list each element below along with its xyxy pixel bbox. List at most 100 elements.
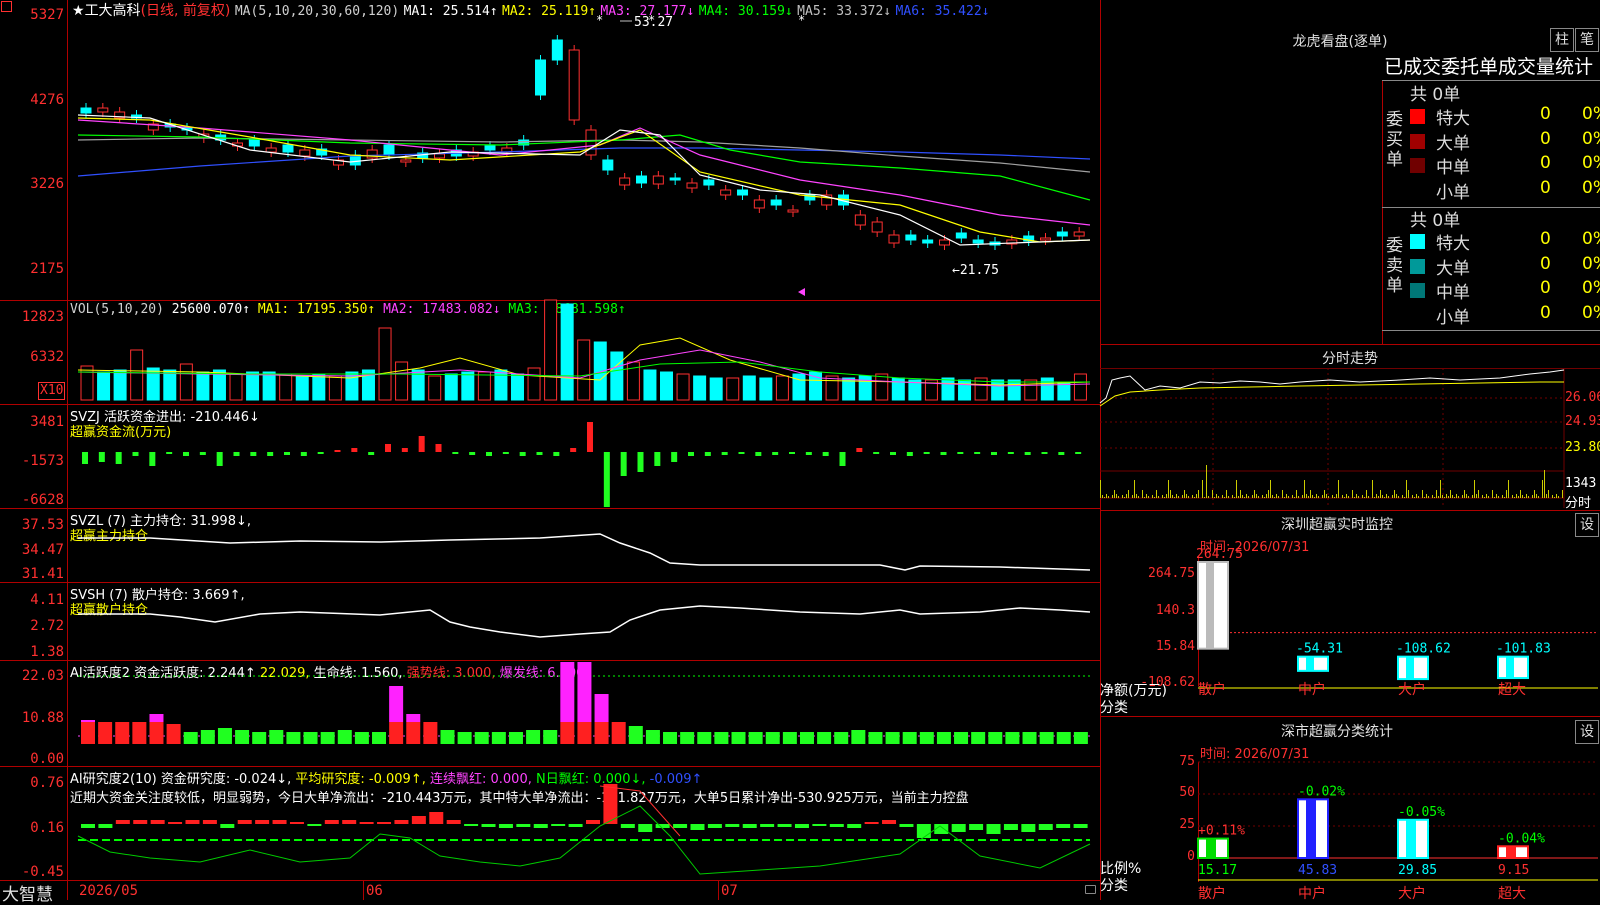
intraday-volume-bar (1286, 494, 1287, 498)
intraday-volume-bar (1454, 497, 1455, 498)
activity-bar (423, 722, 438, 744)
volume-bar (775, 375, 789, 401)
activity-bar (714, 732, 729, 744)
intraday-volume-bar (1166, 494, 1167, 498)
monitor-bar-label: -54.31 (1296, 642, 1343, 657)
candle (551, 39, 563, 61)
research-bar (951, 824, 966, 832)
intraday-volume-bar (1248, 496, 1249, 498)
fund-flow-bar (570, 448, 577, 452)
monitor-bar-shade (1306, 656, 1314, 671)
row-name: 中单 (1436, 283, 1470, 303)
research-bar (586, 820, 600, 824)
research-bar (481, 824, 496, 827)
row-count: 0 (1540, 302, 1551, 323)
candle (248, 139, 260, 147)
activity-bar (543, 730, 558, 744)
volume-bar (328, 375, 342, 401)
activity-bar (252, 732, 267, 744)
research-bar (81, 824, 95, 828)
row-percent: 0% (1582, 302, 1600, 323)
tick-mode-button[interactable]: 笔 (1575, 28, 1599, 52)
intraday-volume-bar (1238, 496, 1239, 498)
row-percent: 0% (1582, 229, 1600, 249)
volume-bar (262, 371, 276, 401)
fund-flow-bar (351, 448, 358, 452)
intraday-volume-bar (1202, 480, 1203, 498)
volume-bar (643, 369, 657, 401)
candle (636, 175, 647, 184)
intraday-volume-bar (1402, 495, 1403, 498)
volume-bar (163, 369, 177, 401)
candle (602, 159, 614, 171)
volume-bar (246, 371, 260, 401)
price-chart[interactable]: 53.27 ←21.75 * * * (0, 0, 1100, 300)
dragon-tabs[interactable]: 已成交委托单成交量统计 (1384, 52, 1600, 79)
retail-holding-line (78, 605, 1091, 638)
volume-bar (444, 373, 458, 401)
classstat-change-label: -0.05% (1398, 805, 1445, 820)
research-bar (568, 824, 583, 827)
fund-flow-bar (1024, 452, 1031, 455)
sell-row: 特大 0 0% (1410, 229, 1600, 254)
intraday-volume-bar (1218, 496, 1219, 498)
volume-bar (113, 369, 127, 401)
fund-flow-bar (620, 452, 627, 476)
volume-bar (825, 375, 839, 401)
intraday-volume-bar (1322, 495, 1323, 498)
intraday-volume-bar (1302, 495, 1303, 498)
intraday-volume-bar (1432, 495, 1433, 498)
fund-flow-bar (1058, 452, 1065, 455)
candle (400, 159, 412, 163)
intraday-volume-bar (1192, 495, 1193, 498)
cursor-marker-icon (798, 288, 805, 296)
intraday-volume-bar (1342, 495, 1343, 498)
volume-bar (196, 371, 210, 401)
volume-bar (179, 363, 193, 401)
research-bar (1073, 824, 1088, 828)
volume-bar (510, 373, 524, 401)
fund-flow-chart (82, 422, 1082, 507)
row-count: 0 (1540, 177, 1551, 198)
bar-mode-button[interactable]: 柱 (1550, 28, 1574, 52)
volume-bar (229, 373, 243, 401)
lock-icon[interactable] (1085, 885, 1096, 894)
research-bar (324, 820, 339, 824)
research-bar (498, 824, 513, 828)
intraday-volume-bar (1214, 497, 1215, 498)
candle (434, 153, 445, 159)
fund-flow-bar (385, 444, 391, 452)
fund-flow-bar (890, 452, 896, 455)
classstat-category-label: 大户 (1398, 885, 1426, 902)
intraday-volume-bar (1138, 496, 1139, 498)
intraday-volume-bar (1106, 494, 1107, 498)
classstat-title: 深市超赢分类统计 (1281, 724, 1393, 740)
research-bar (289, 822, 304, 824)
research-bar (655, 824, 670, 828)
intraday-volume-bar (1304, 480, 1305, 498)
intraday-volume-bar (1414, 497, 1415, 498)
intraday-volume-bar (1524, 497, 1525, 498)
intraday-volume-bar (1158, 496, 1159, 498)
intraday-volume-bar (1132, 495, 1133, 498)
intraday-volume-bar (1294, 497, 1295, 498)
intraday-volume-bar (1440, 480, 1441, 498)
intraday-volume-bar (1222, 495, 1223, 498)
monitor-axis-label: 140.3 (1155, 603, 1195, 618)
activity-bar (372, 732, 387, 744)
intraday-volume-bar (1416, 494, 1417, 498)
intraday-volume-bar (1456, 494, 1457, 498)
research-bar (742, 824, 757, 828)
volume-bar (660, 371, 674, 401)
intraday-volume-bar (1358, 496, 1359, 498)
monitor-settings-button[interactable]: 设 (1575, 513, 1599, 537)
intraday-volume-bar (1256, 494, 1257, 498)
volume-bar (80, 365, 94, 401)
fund-flow-bar (991, 452, 997, 455)
fund-flow-bar (654, 452, 661, 466)
row-percent: 0% (1582, 153, 1600, 173)
activity-bar (645, 730, 660, 744)
intraday-volume-bar (1386, 494, 1387, 498)
candle (1073, 231, 1085, 237)
candle (299, 149, 311, 157)
